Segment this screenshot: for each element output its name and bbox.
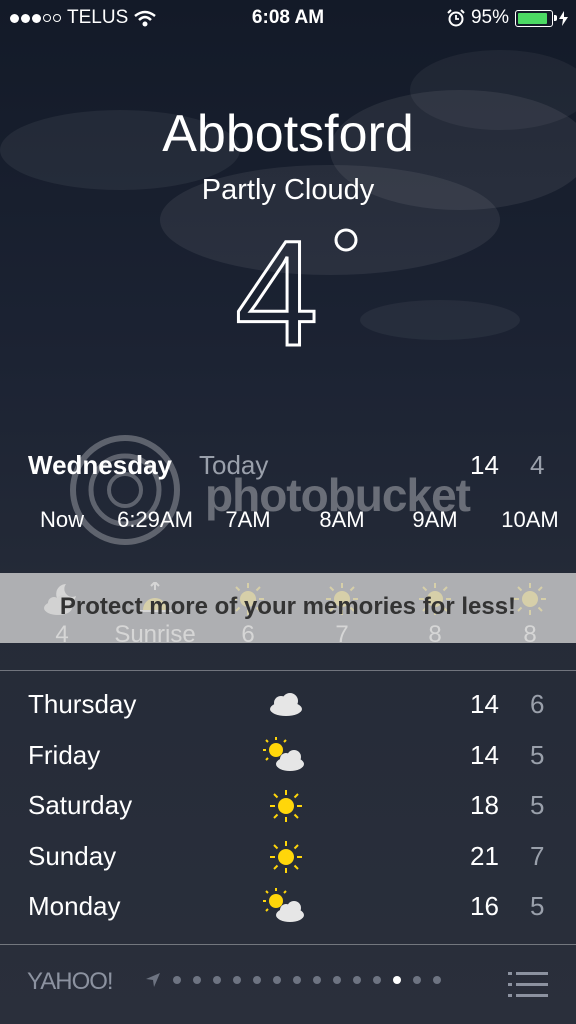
daily-day: Sunday [28,840,117,871]
hour-time: Now [39,507,84,532]
battery-icon [515,9,557,27]
location-arrow-icon [146,973,160,987]
page-dot [373,976,381,984]
partly-cloudy-icon [263,736,304,771]
battery-percent: 95% [470,7,509,28]
page-dot [193,976,201,984]
hour-time: 10AM [501,507,559,532]
alarm-icon [447,9,465,27]
condition-text: Partly Cloudy [201,174,375,206]
daily-low: 5 [530,739,545,770]
cloud-icon [270,693,302,716]
page-dot [213,976,221,984]
partly-cloudy-icon [263,888,304,922]
page-dot [233,976,241,984]
daily-day: Thursday [28,689,137,719]
daily-row: Saturday 18 5 [0,784,576,835]
divider [0,944,576,945]
page-indicator[interactable] [145,972,441,988]
daily-high: 16 [470,891,499,921]
page-dot [253,976,261,984]
daily-forecast: Thursday 14 6 Friday 14 5 Saturday 18 5 … [0,683,576,936]
page-dot [333,976,341,984]
yahoo-logo-link[interactable]: YAHOO! [27,968,114,996]
daily-day: Saturday [28,790,133,820]
daily-low: 7 [530,840,545,871]
page-dot [413,976,421,984]
daily-low: 5 [530,891,545,921]
status-bar: TELUS 6:08 AM 95% [0,0,576,38]
charging-icon [559,10,568,26]
daily-row: Sunday 21 7 [0,835,576,886]
page-dot [293,976,301,984]
page-dot [433,976,441,984]
sun-icon [270,790,302,822]
page-dot [173,976,181,984]
daily-low: 5 [530,790,545,820]
city-name: Abbotsford [162,105,414,163]
daily-high: 14 [470,689,499,719]
daily-row: Friday 14 5 [0,734,576,785]
daily-row: Thursday 14 6 [0,683,576,734]
daily-day: Friday [28,739,101,770]
page-dot [273,976,281,984]
page-dot [313,976,321,984]
daily-day: Monday [28,891,121,921]
daily-row: Monday 16 5 [0,885,576,936]
page-dots [173,976,441,984]
degree-symbol [334,228,358,252]
promo-banner-text: Protect more of your memories for less! [59,593,517,620]
daily-high: 21 [470,840,499,871]
daily-high: 18 [470,790,499,820]
current-temperature: 4 [234,220,358,360]
today-day: Wednesday [28,450,173,480]
city-list-icon[interactable] [508,972,548,998]
temperature-value: 4 [235,220,318,360]
battery-group: 95% [447,7,568,29]
today-high: 14 [470,450,499,480]
today-low: 4 [530,450,545,480]
daily-low: 6 [530,689,545,719]
watermark-text: photobucket [205,469,471,521]
divider [0,670,576,671]
daily-high: 14 [470,739,499,770]
page-dot-active [393,976,401,984]
bottom-toolbar: YAHOO! [0,946,576,1024]
page-dot [353,976,361,984]
hour-time: 6:29AM [117,507,193,532]
sun-icon [270,840,302,873]
